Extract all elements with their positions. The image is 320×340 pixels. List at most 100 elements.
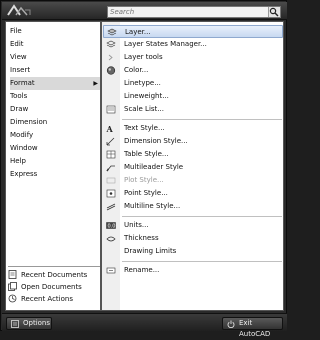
menu-item-dimension[interactable]: Dimension bbox=[10, 116, 100, 129]
open-documents-button[interactable]: Open Documents bbox=[8, 281, 100, 293]
menu-item-label: Rename... bbox=[124, 266, 160, 274]
search-button[interactable] bbox=[268, 7, 280, 17]
open-documents-icon bbox=[8, 282, 17, 291]
menu-item-window[interactable]: Window bbox=[10, 142, 100, 155]
menu-item-linetype[interactable]: Linetype... bbox=[103, 77, 283, 90]
menu-item-insert[interactable]: Insert bbox=[10, 64, 100, 77]
scale-list-icon bbox=[106, 105, 116, 114]
menu-item-drawing-limits[interactable]: Drawing Limits bbox=[103, 245, 283, 258]
menu-item-label: Point Style... bbox=[124, 189, 168, 197]
menu-item-format[interactable]: Format ▶ bbox=[10, 77, 100, 90]
search-icon bbox=[269, 7, 279, 17]
recent-item-label: Open Documents bbox=[21, 283, 82, 291]
menu-item-label: Lineweight... bbox=[124, 92, 169, 100]
color-icon bbox=[106, 66, 116, 75]
menu-item-units[interactable]: 0.0 Units... bbox=[103, 219, 283, 232]
menu-item-help[interactable]: Help bbox=[10, 155, 100, 168]
menu-item-plot-style[interactable]: Plot Style... bbox=[103, 174, 283, 187]
menu-item-label: Express bbox=[10, 170, 38, 178]
search-input[interactable] bbox=[109, 7, 265, 17]
divider bbox=[122, 216, 282, 217]
menu-item-view[interactable]: View bbox=[10, 51, 100, 64]
multiline-style-icon bbox=[106, 203, 116, 211]
menu-item-text-style[interactable]: A Text Style... bbox=[103, 122, 283, 135]
menu-item-rename[interactable]: Rename... bbox=[103, 264, 283, 277]
menu-item-label: Dimension bbox=[10, 118, 48, 126]
thickness-icon bbox=[106, 236, 116, 242]
layer-icon bbox=[107, 28, 117, 36]
menu-item-file[interactable]: File bbox=[10, 25, 100, 38]
menu-item-label: Layer tools bbox=[124, 53, 163, 61]
menu-item-label: Layer States Manager... bbox=[124, 40, 207, 48]
autocad-logo-icon[interactable] bbox=[5, 3, 33, 19]
menu-item-label: Dimension Style... bbox=[124, 137, 188, 145]
menu-item-label: Linetype... bbox=[124, 79, 161, 87]
exit-label: Exit AutoCAD bbox=[239, 319, 271, 338]
divider bbox=[122, 261, 282, 262]
layer-tools-icon bbox=[108, 54, 113, 61]
menu-item-layer-tools[interactable]: Layer tools bbox=[103, 51, 283, 64]
recent-actions-button[interactable]: Recent Actions bbox=[8, 293, 100, 305]
multileader-style-icon bbox=[106, 165, 115, 172]
menu-item-label: Color... bbox=[124, 66, 149, 74]
units-icon: 0.0 bbox=[106, 222, 116, 230]
rename-icon bbox=[106, 267, 116, 274]
text-style-icon: A bbox=[106, 124, 114, 133]
dimension-style-icon bbox=[106, 137, 115, 146]
menu-item-lineweight[interactable]: Lineweight... bbox=[103, 90, 283, 103]
menu-item-point-style[interactable]: Point Style... bbox=[103, 187, 283, 200]
menu-item-layer[interactable]: Layer... bbox=[103, 25, 283, 38]
menu-header bbox=[2, 2, 287, 20]
menu-item-layer-states-manager[interactable]: Layer States Manager... bbox=[103, 38, 283, 51]
menu-item-label: Multileader Style bbox=[124, 163, 184, 171]
recent-item-label: Recent Documents bbox=[21, 271, 88, 279]
main-menu-list: File Edit View Insert Format ▶ Tools Draw… bbox=[5, 21, 101, 311]
format-submenu: Layer... Layer States Manager... Layer t… bbox=[101, 21, 284, 311]
layer-states-icon bbox=[106, 40, 116, 48]
recent-documents-button[interactable]: Recent Documents bbox=[8, 269, 100, 281]
menu-footer: Options Exit AutoCAD bbox=[2, 313, 287, 338]
options-label: Options bbox=[23, 319, 51, 327]
menu-item-multiline-style[interactable]: Multiline Style... bbox=[103, 200, 283, 213]
search-box bbox=[107, 6, 281, 18]
menu-item-label: Table Style... bbox=[124, 150, 169, 158]
menu-item-label: Edit bbox=[10, 40, 24, 48]
svg-text:A: A bbox=[106, 124, 114, 133]
menu-item-edit[interactable]: Edit bbox=[10, 38, 100, 51]
menu-item-scale-list[interactable]: Scale List... bbox=[103, 103, 283, 116]
menu-item-draw[interactable]: Draw bbox=[10, 103, 100, 116]
svg-text:0.0: 0.0 bbox=[108, 224, 116, 230]
submenu-arrow-icon: ▶ bbox=[93, 80, 98, 87]
menu-item-label: Format bbox=[10, 79, 35, 87]
menu-item-label: Draw bbox=[10, 105, 29, 113]
menu-item-express[interactable]: Express bbox=[10, 168, 100, 181]
exit-autocad-button[interactable]: Exit AutoCAD bbox=[222, 317, 283, 338]
menu-item-label: Drawing Limits bbox=[124, 247, 177, 255]
menu-item-label: Window bbox=[10, 144, 38, 152]
menu-item-thickness[interactable]: Thickness bbox=[103, 232, 283, 245]
menu-item-label: Scale List... bbox=[124, 105, 164, 113]
menu-item-color[interactable]: Color... bbox=[103, 64, 283, 77]
options-icon bbox=[11, 320, 19, 328]
menu-item-dimension-style[interactable]: Dimension Style... bbox=[103, 135, 283, 148]
options-button[interactable]: Options bbox=[6, 317, 52, 330]
menu-item-label: Multiline Style... bbox=[124, 202, 181, 210]
menu-item-label: Tools bbox=[10, 92, 28, 100]
menu-item-label: Insert bbox=[10, 66, 31, 74]
menu-item-label: Text Style... bbox=[124, 124, 165, 132]
menu-item-label: Thickness bbox=[124, 234, 159, 242]
table-style-icon bbox=[106, 150, 116, 159]
menu-item-label: File bbox=[10, 27, 22, 35]
menu-item-label: Help bbox=[10, 157, 26, 165]
menu-item-table-style[interactable]: Table Style... bbox=[103, 148, 283, 161]
menu-item-label: View bbox=[10, 53, 27, 61]
menu-item-tools[interactable]: Tools bbox=[10, 90, 100, 103]
menu-item-label: Modify bbox=[10, 131, 34, 139]
menu-item-multileader-style[interactable]: Multileader Style bbox=[103, 161, 283, 174]
divider bbox=[8, 266, 100, 267]
menu-item-label: Plot Style... bbox=[124, 176, 164, 184]
menu-item-modify[interactable]: Modify bbox=[10, 129, 100, 142]
application-menu: File Edit View Insert Format ▶ Tools Draw… bbox=[0, 0, 287, 338]
point-style-icon bbox=[106, 189, 116, 198]
recent-documents-icon bbox=[8, 270, 17, 279]
